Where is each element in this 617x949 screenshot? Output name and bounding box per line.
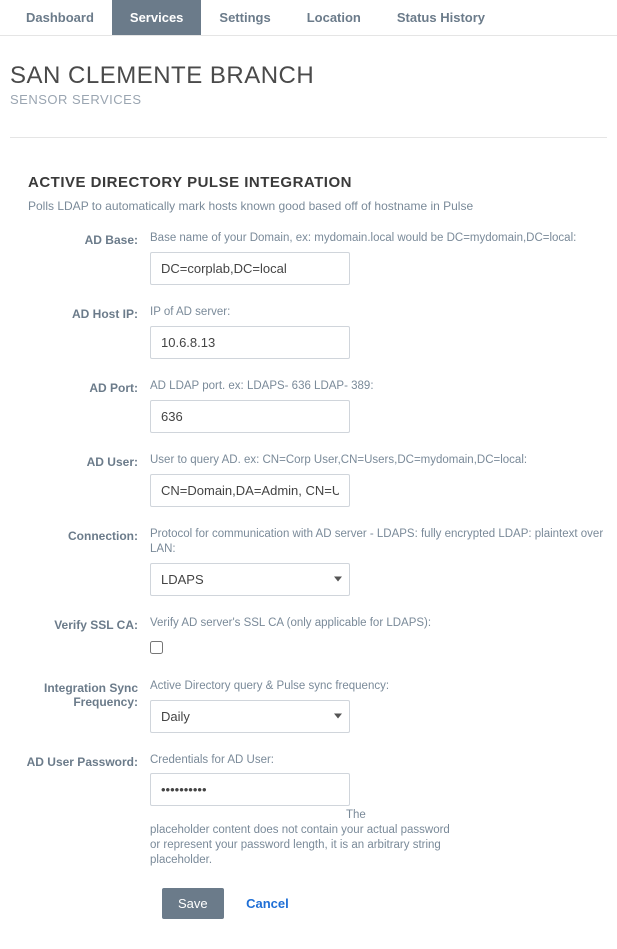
ad-user-help: User to query AD. ex: CN=Corp User,CN=Us… — [150, 453, 607, 468]
ad-password-help: Credentials for AD User: — [150, 753, 607, 768]
ad-base-label: AD Base: — [10, 231, 150, 247]
sync-freq-label: Integration Sync Frequency: — [10, 679, 150, 709]
page-title: SAN CLEMENTE BRANCH — [10, 62, 607, 90]
cancel-button[interactable]: Cancel — [246, 896, 289, 911]
ad-user-label: AD User: — [10, 453, 150, 469]
tab-status-history[interactable]: Status History — [379, 0, 503, 35]
verify-ssl-checkbox[interactable] — [150, 641, 163, 654]
connection-help: Protocol for communication with AD serve… — [150, 527, 607, 557]
divider — [10, 137, 607, 138]
ad-user-input[interactable] — [150, 474, 350, 507]
tab-services[interactable]: Services — [112, 0, 202, 35]
verify-ssl-help: Verify AD server's SSL CA (only applicab… — [150, 616, 607, 631]
ad-password-input[interactable] — [150, 773, 350, 806]
tab-location[interactable]: Location — [289, 0, 379, 35]
tab-settings[interactable]: Settings — [201, 0, 288, 35]
ad-base-help: Base name of your Domain, ex: mydomain.l… — [150, 231, 607, 246]
tab-dashboard[interactable]: Dashboard — [8, 0, 112, 35]
save-button[interactable]: Save — [162, 888, 224, 919]
verify-ssl-label: Verify SSL CA: — [10, 616, 150, 632]
ad-port-label: AD Port: — [10, 379, 150, 395]
ad-password-label: AD User Password: — [10, 753, 150, 769]
ad-host-ip-help: IP of AD server: — [150, 305, 607, 320]
ad-base-input[interactable] — [150, 252, 350, 285]
ad-host-ip-input[interactable] — [150, 326, 350, 359]
page-subtitle: SENSOR SERVICES — [10, 92, 607, 107]
ad-port-input[interactable] — [150, 400, 350, 433]
section-heading: ACTIVE DIRECTORY PULSE INTEGRATION — [28, 174, 607, 191]
section-description: Polls LDAP to automatically mark hosts k… — [28, 199, 607, 213]
ad-password-note: The placeholder content does not contain… — [150, 808, 450, 868]
connection-label: Connection: — [10, 527, 150, 543]
connection-select[interactable]: LDAPS — [150, 563, 350, 596]
ad-port-help: AD LDAP port. ex: LDAPS- 636 LDAP- 389: — [150, 379, 607, 394]
ad-host-ip-label: AD Host IP: — [10, 305, 150, 321]
ad-form: AD Base: Base name of your Domain, ex: m… — [10, 231, 607, 919]
sync-freq-help: Active Directory query & Pulse sync freq… — [150, 679, 607, 694]
sync-freq-select[interactable]: Daily — [150, 700, 350, 733]
tab-bar: Dashboard Services Settings Location Sta… — [0, 0, 617, 36]
